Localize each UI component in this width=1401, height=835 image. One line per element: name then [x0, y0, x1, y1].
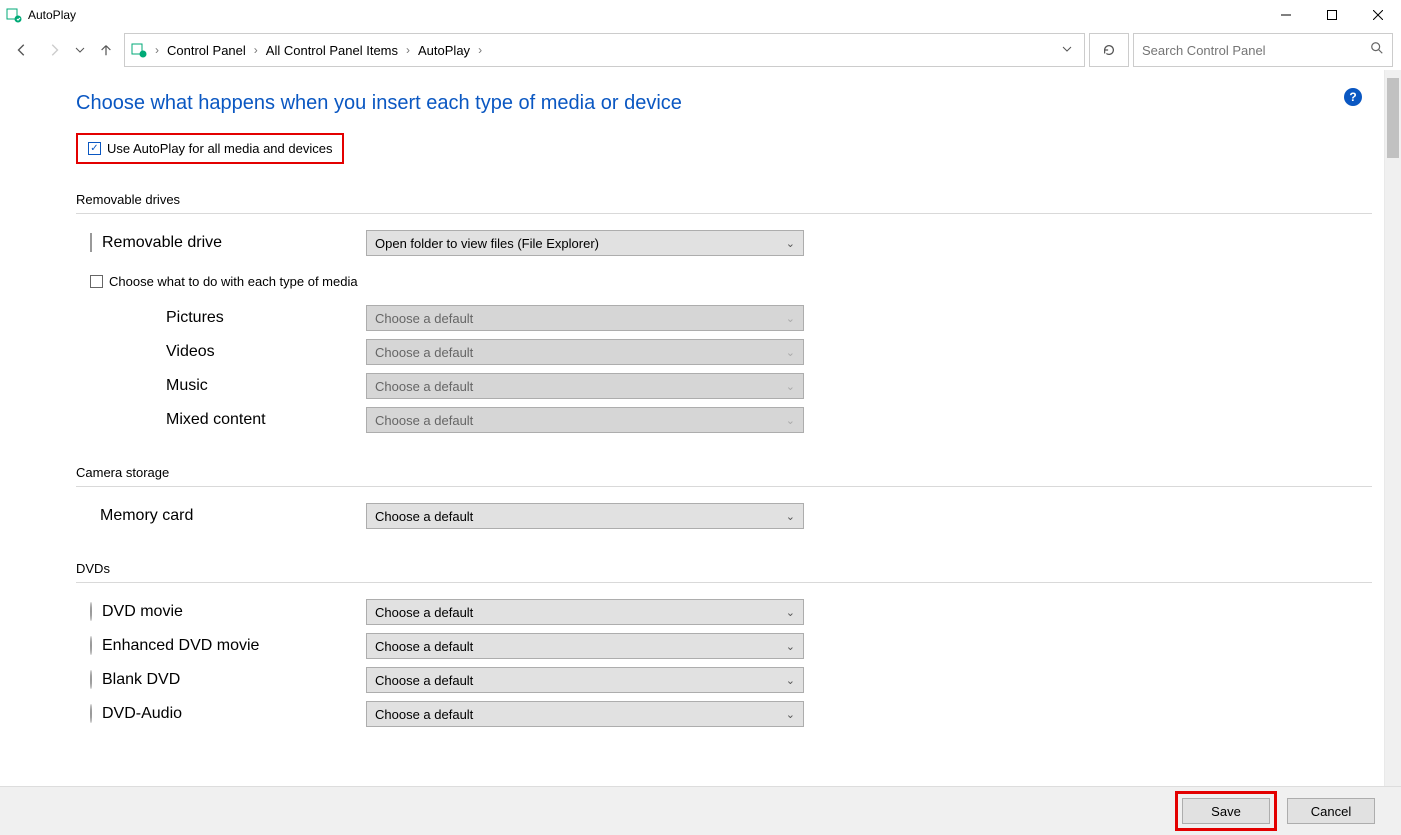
close-button[interactable]: [1355, 0, 1401, 30]
dvd-audio-label: DVD-Audio: [102, 705, 182, 723]
recent-locations-button[interactable]: [72, 45, 88, 55]
removable-drive-label: Removable drive: [102, 234, 222, 252]
chevron-down-icon: ⌄: [786, 606, 795, 619]
breadcrumb-control-panel[interactable]: Control Panel: [167, 43, 246, 58]
section-rule: [76, 582, 1372, 583]
memory-card-label: Memory card: [100, 507, 193, 525]
section-dvds-title: DVDs: [76, 561, 1372, 576]
chevron-down-icon: ⌄: [786, 510, 795, 523]
dvd-movie-select[interactable]: Choose a default⌄: [366, 599, 804, 625]
music-select[interactable]: Choose a default⌄: [366, 373, 804, 399]
chevron-down-icon: ⌄: [786, 640, 795, 653]
breadcrumb-separator: ›: [478, 43, 482, 57]
scrollbar-thumb[interactable]: [1387, 78, 1399, 158]
back-button[interactable]: [8, 36, 36, 64]
breadcrumb-autoplay[interactable]: AutoPlay: [418, 43, 470, 58]
highlight-save-button: Save: [1175, 791, 1277, 831]
autoplay-path-icon: [131, 42, 147, 58]
choose-per-media-label: Choose what to do with each type of medi…: [109, 274, 358, 289]
highlight-autoplay-checkbox: ✓ Use AutoPlay for all media and devices: [76, 133, 344, 164]
up-button[interactable]: [92, 36, 120, 64]
titlebar: AutoPlay: [0, 0, 1401, 30]
content-area: ? Choose what happens when you insert ea…: [0, 70, 1384, 786]
section-removable-title: Removable drives: [76, 192, 1372, 207]
blank-dvd-label: Blank DVD: [102, 671, 180, 689]
refresh-button[interactable]: [1089, 33, 1129, 67]
window-title: AutoPlay: [28, 8, 76, 22]
section-rule: [76, 486, 1372, 487]
breadcrumb-all-items[interactable]: All Control Panel Items: [266, 43, 398, 58]
disc-icon: [90, 637, 92, 655]
section-camera-title: Camera storage: [76, 465, 1372, 480]
nav-row: › Control Panel › All Control Panel Item…: [0, 30, 1401, 70]
disc-icon: [90, 603, 92, 621]
use-autoplay-label: Use AutoPlay for all media and devices: [107, 141, 332, 156]
mixed-select[interactable]: Choose a default⌄: [366, 407, 804, 433]
chevron-down-icon: ⌄: [786, 346, 795, 359]
forward-button[interactable]: [40, 36, 68, 64]
choose-per-media-checkbox[interactable]: ✓: [90, 275, 103, 288]
address-bar[interactable]: › Control Panel › All Control Panel Item…: [124, 33, 1085, 67]
chevron-down-icon: ⌄: [786, 414, 795, 427]
chevron-down-icon: ⌄: [786, 380, 795, 393]
use-autoplay-checkbox[interactable]: ✓: [88, 142, 101, 155]
media-mixed-label: Mixed content: [166, 411, 266, 429]
media-pictures-label: Pictures: [166, 309, 224, 327]
enhanced-dvd-label: Enhanced DVD movie: [102, 637, 259, 655]
chevron-down-icon: ⌄: [786, 312, 795, 325]
removable-drive-select[interactable]: Open folder to view files (File Explorer…: [366, 230, 804, 256]
save-button[interactable]: Save: [1182, 798, 1270, 824]
vertical-scrollbar[interactable]: [1384, 70, 1401, 786]
media-music-label: Music: [166, 377, 208, 395]
breadcrumb-separator: ›: [155, 43, 159, 57]
dvd-audio-select[interactable]: Choose a default⌄: [366, 701, 804, 727]
footer: Save Cancel: [0, 786, 1401, 835]
blank-dvd-select[interactable]: Choose a default⌄: [366, 667, 804, 693]
dvd-movie-label: DVD movie: [102, 603, 183, 621]
breadcrumb-separator: ›: [254, 43, 258, 57]
cancel-button[interactable]: Cancel: [1287, 798, 1375, 824]
search-input[interactable]: [1142, 43, 1370, 58]
chevron-down-icon: ⌄: [786, 708, 795, 721]
page-title: Choose what happens when you insert each…: [76, 92, 1372, 115]
breadcrumb-separator: ›: [406, 43, 410, 57]
search-icon: [1370, 41, 1384, 60]
minimize-button[interactable]: [1263, 0, 1309, 30]
maximize-button[interactable]: [1309, 0, 1355, 30]
disc-icon: [90, 705, 92, 723]
help-icon[interactable]: ?: [1344, 88, 1362, 106]
pictures-select[interactable]: Choose a default⌄: [366, 305, 804, 331]
disc-icon: [90, 671, 92, 689]
videos-select[interactable]: Choose a default⌄: [366, 339, 804, 365]
section-rule: [76, 213, 1372, 214]
memory-card-select[interactable]: Choose a default⌄: [366, 503, 804, 529]
enhanced-dvd-select[interactable]: Choose a default⌄: [366, 633, 804, 659]
chevron-down-icon: ⌄: [786, 674, 795, 687]
address-dropdown-button[interactable]: [1056, 41, 1078, 59]
drive-icon: [90, 234, 92, 252]
chevron-down-icon: ⌄: [786, 237, 795, 250]
media-videos-label: Videos: [166, 343, 215, 361]
autoplay-window-icon: [6, 7, 22, 23]
search-box[interactable]: [1133, 33, 1393, 67]
